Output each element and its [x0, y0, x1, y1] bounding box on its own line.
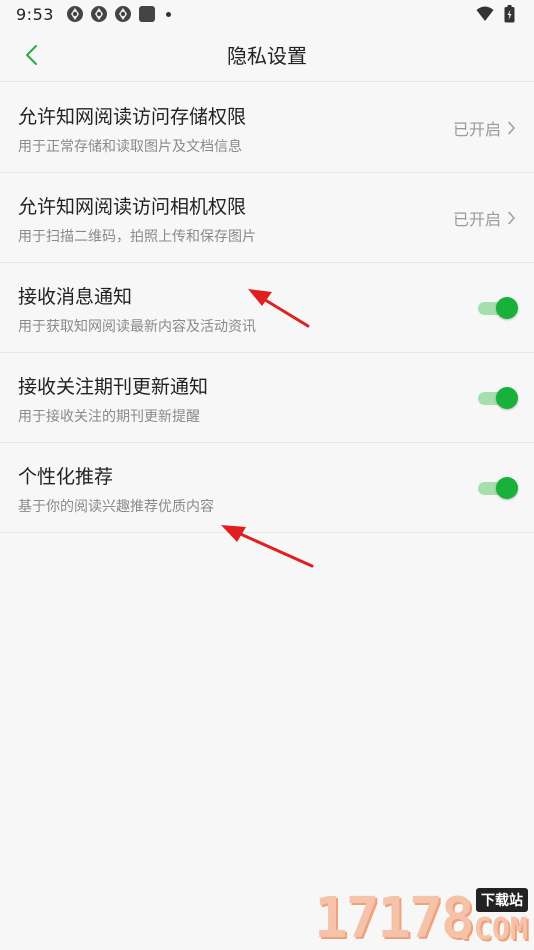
- watermark-logo: 17178 下载站 .COM: [304, 886, 534, 950]
- toggle-thumb: [496, 476, 518, 499]
- back-button[interactable]: [14, 36, 50, 74]
- chevron-left-icon: [26, 45, 37, 65]
- app-notification-icon: [66, 5, 84, 23]
- setting-text: 接收关注期刊更新通知 用于接收关注的期刊更新提醒: [18, 370, 476, 426]
- setting-message-notification: 接收消息通知 用于获取知网阅读最新内容及活动资讯: [0, 263, 534, 353]
- more-notifications-dot: [165, 11, 171, 17]
- setting-journal-update-notification: 接收关注期刊更新通知 用于接收关注的期刊更新提醒: [0, 353, 534, 443]
- setting-description: 基于你的阅读兴趣推荐优质内容: [18, 498, 214, 515]
- chevron-right-icon: [508, 211, 515, 224]
- toggle-thumb: [496, 386, 518, 409]
- screen: 9:53 隐私设置 允许知网阅读访问存储权限 用于正常存储和读取图片及文档信息 …: [0, 0, 534, 950]
- status-label: 已开启: [452, 209, 501, 229]
- setting-storage-permission[interactable]: 允许知网阅读访问存储权限 用于正常存储和读取图片及文档信息 已开启: [0, 83, 534, 173]
- personalized-recommendation-toggle[interactable]: [476, 476, 518, 500]
- setting-title: 接收关注期刊更新通知: [18, 375, 209, 398]
- battery-icon: [500, 5, 518, 23]
- wifi-icon: [476, 5, 494, 23]
- chevron-right-icon: [508, 121, 515, 134]
- setting-description: 用于正常存储和读取图片及文档信息: [18, 138, 242, 155]
- toggle-thumb: [496, 296, 518, 319]
- status-bar: 9:53: [0, 0, 534, 28]
- message-notification-toggle[interactable]: [476, 296, 518, 320]
- app-notification-icon: [90, 5, 108, 23]
- status-right: [476, 5, 518, 23]
- settings-list: 允许知网阅读访问存储权限 用于正常存储和读取图片及文档信息 已开启 允许知网阅读…: [0, 83, 534, 533]
- setting-text: 接收消息通知 用于获取知网阅读最新内容及活动资讯: [18, 280, 476, 336]
- setting-description: 用于接收关注的期刊更新提醒: [18, 408, 200, 425]
- setting-personalized-recommendation: 个性化推荐 基于你的阅读兴趣推荐优质内容: [0, 443, 534, 533]
- setting-title: 允许知网阅读访问相机权限: [18, 195, 247, 218]
- page-title: 隐私设置: [227, 44, 307, 68]
- square-app-icon: [138, 5, 156, 23]
- notification-icons: [66, 5, 171, 23]
- permission-status[interactable]: 已开启: [453, 206, 516, 230]
- status-label: 已开启: [452, 119, 501, 139]
- watermark-domain: .COM: [455, 912, 528, 947]
- watermark-digits: 17178: [314, 886, 475, 950]
- app-notification-icon: [114, 5, 132, 23]
- setting-text: 允许知网阅读访问相机权限 用于扫描二维码，拍照上传和保存图片: [18, 190, 453, 246]
- setting-description: 用于扫描二维码，拍照上传和保存图片: [18, 228, 256, 245]
- setting-description: 用于获取知网阅读最新内容及活动资讯: [18, 318, 256, 335]
- status-time: 9:53: [16, 4, 54, 24]
- setting-title: 接收消息通知: [18, 285, 133, 308]
- permission-status[interactable]: 已开启: [453, 116, 516, 140]
- setting-text: 个性化推荐 基于你的阅读兴趣推荐优质内容: [18, 460, 476, 516]
- setting-title: 个性化推荐: [18, 465, 114, 488]
- watermark-badge: 下载站: [476, 888, 528, 912]
- setting-camera-permission[interactable]: 允许知网阅读访问相机权限 用于扫描二维码，拍照上传和保存图片 已开启: [0, 173, 534, 263]
- header: 隐私设置: [0, 28, 534, 82]
- setting-text: 允许知网阅读访问存储权限 用于正常存储和读取图片及文档信息: [18, 100, 453, 156]
- journal-update-toggle[interactable]: [476, 386, 518, 410]
- setting-title: 允许知网阅读访问存储权限: [18, 105, 247, 128]
